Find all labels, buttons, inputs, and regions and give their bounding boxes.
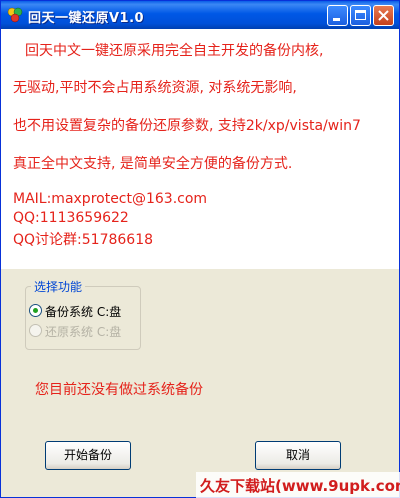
close-button[interactable] bbox=[373, 5, 394, 26]
window-title: 回天一键还原V1.0 bbox=[28, 11, 145, 26]
info-line-2: 无驱动,平时不会占用系统资源, 对系统无影响, bbox=[13, 80, 297, 96]
qq-group-line: QQ讨论群:51786618 bbox=[13, 232, 154, 248]
function-group-title: 选择功能 bbox=[31, 278, 86, 295]
info-line-4: 真正全中文支持, 是简单安全方便的备份方式. bbox=[13, 156, 293, 172]
watermark-text: 久友下载站(www.9upk.com) bbox=[200, 477, 400, 495]
mail-line: MAIL:maxprotect@163.com bbox=[13, 191, 208, 207]
status-message: 您目前还没有做过系统备份 bbox=[35, 382, 203, 398]
info-line-1: 回天中文一键还原采用完全自主开发的备份内核, bbox=[25, 43, 324, 59]
maximize-icon bbox=[355, 10, 366, 20]
minimize-icon bbox=[333, 18, 340, 21]
minimize-button[interactable] bbox=[327, 5, 348, 26]
watermark: 久友下载站(www.9upk.com) bbox=[196, 472, 400, 498]
app-window: 回天一键还原V1.0 回天中文一键还原采用完全自主开发的备份内核, 无驱动,平时… bbox=[0, 0, 400, 498]
close-icon bbox=[378, 10, 389, 21]
radio-backup-label: 备份系统 C:盘 bbox=[45, 305, 122, 319]
radio-restore-circle[interactable] bbox=[29, 324, 42, 337]
qq-line: QQ:1113659622 bbox=[13, 210, 129, 226]
info-line-3: 也不用设置复杂的备份还原参数, 支持2k/xp/vista/win7 bbox=[13, 118, 361, 134]
info-panel: 回天中文一键还原采用完全自主开发的备份内核, 无驱动,平时不会占用系统资源, 对… bbox=[1, 29, 399, 269]
radio-selected-dot bbox=[33, 308, 38, 313]
maximize-button[interactable] bbox=[350, 5, 371, 26]
cancel-button[interactable]: 取消 bbox=[255, 441, 341, 470]
radio-backup-circle[interactable] bbox=[29, 304, 42, 317]
app-icon bbox=[7, 7, 23, 23]
start-backup-button[interactable]: 开始备份 bbox=[45, 441, 131, 470]
radio-restore-label: 还原系统 C:盘 bbox=[45, 325, 122, 339]
title-bar[interactable]: 回天一键还原V1.0 bbox=[1, 1, 399, 29]
